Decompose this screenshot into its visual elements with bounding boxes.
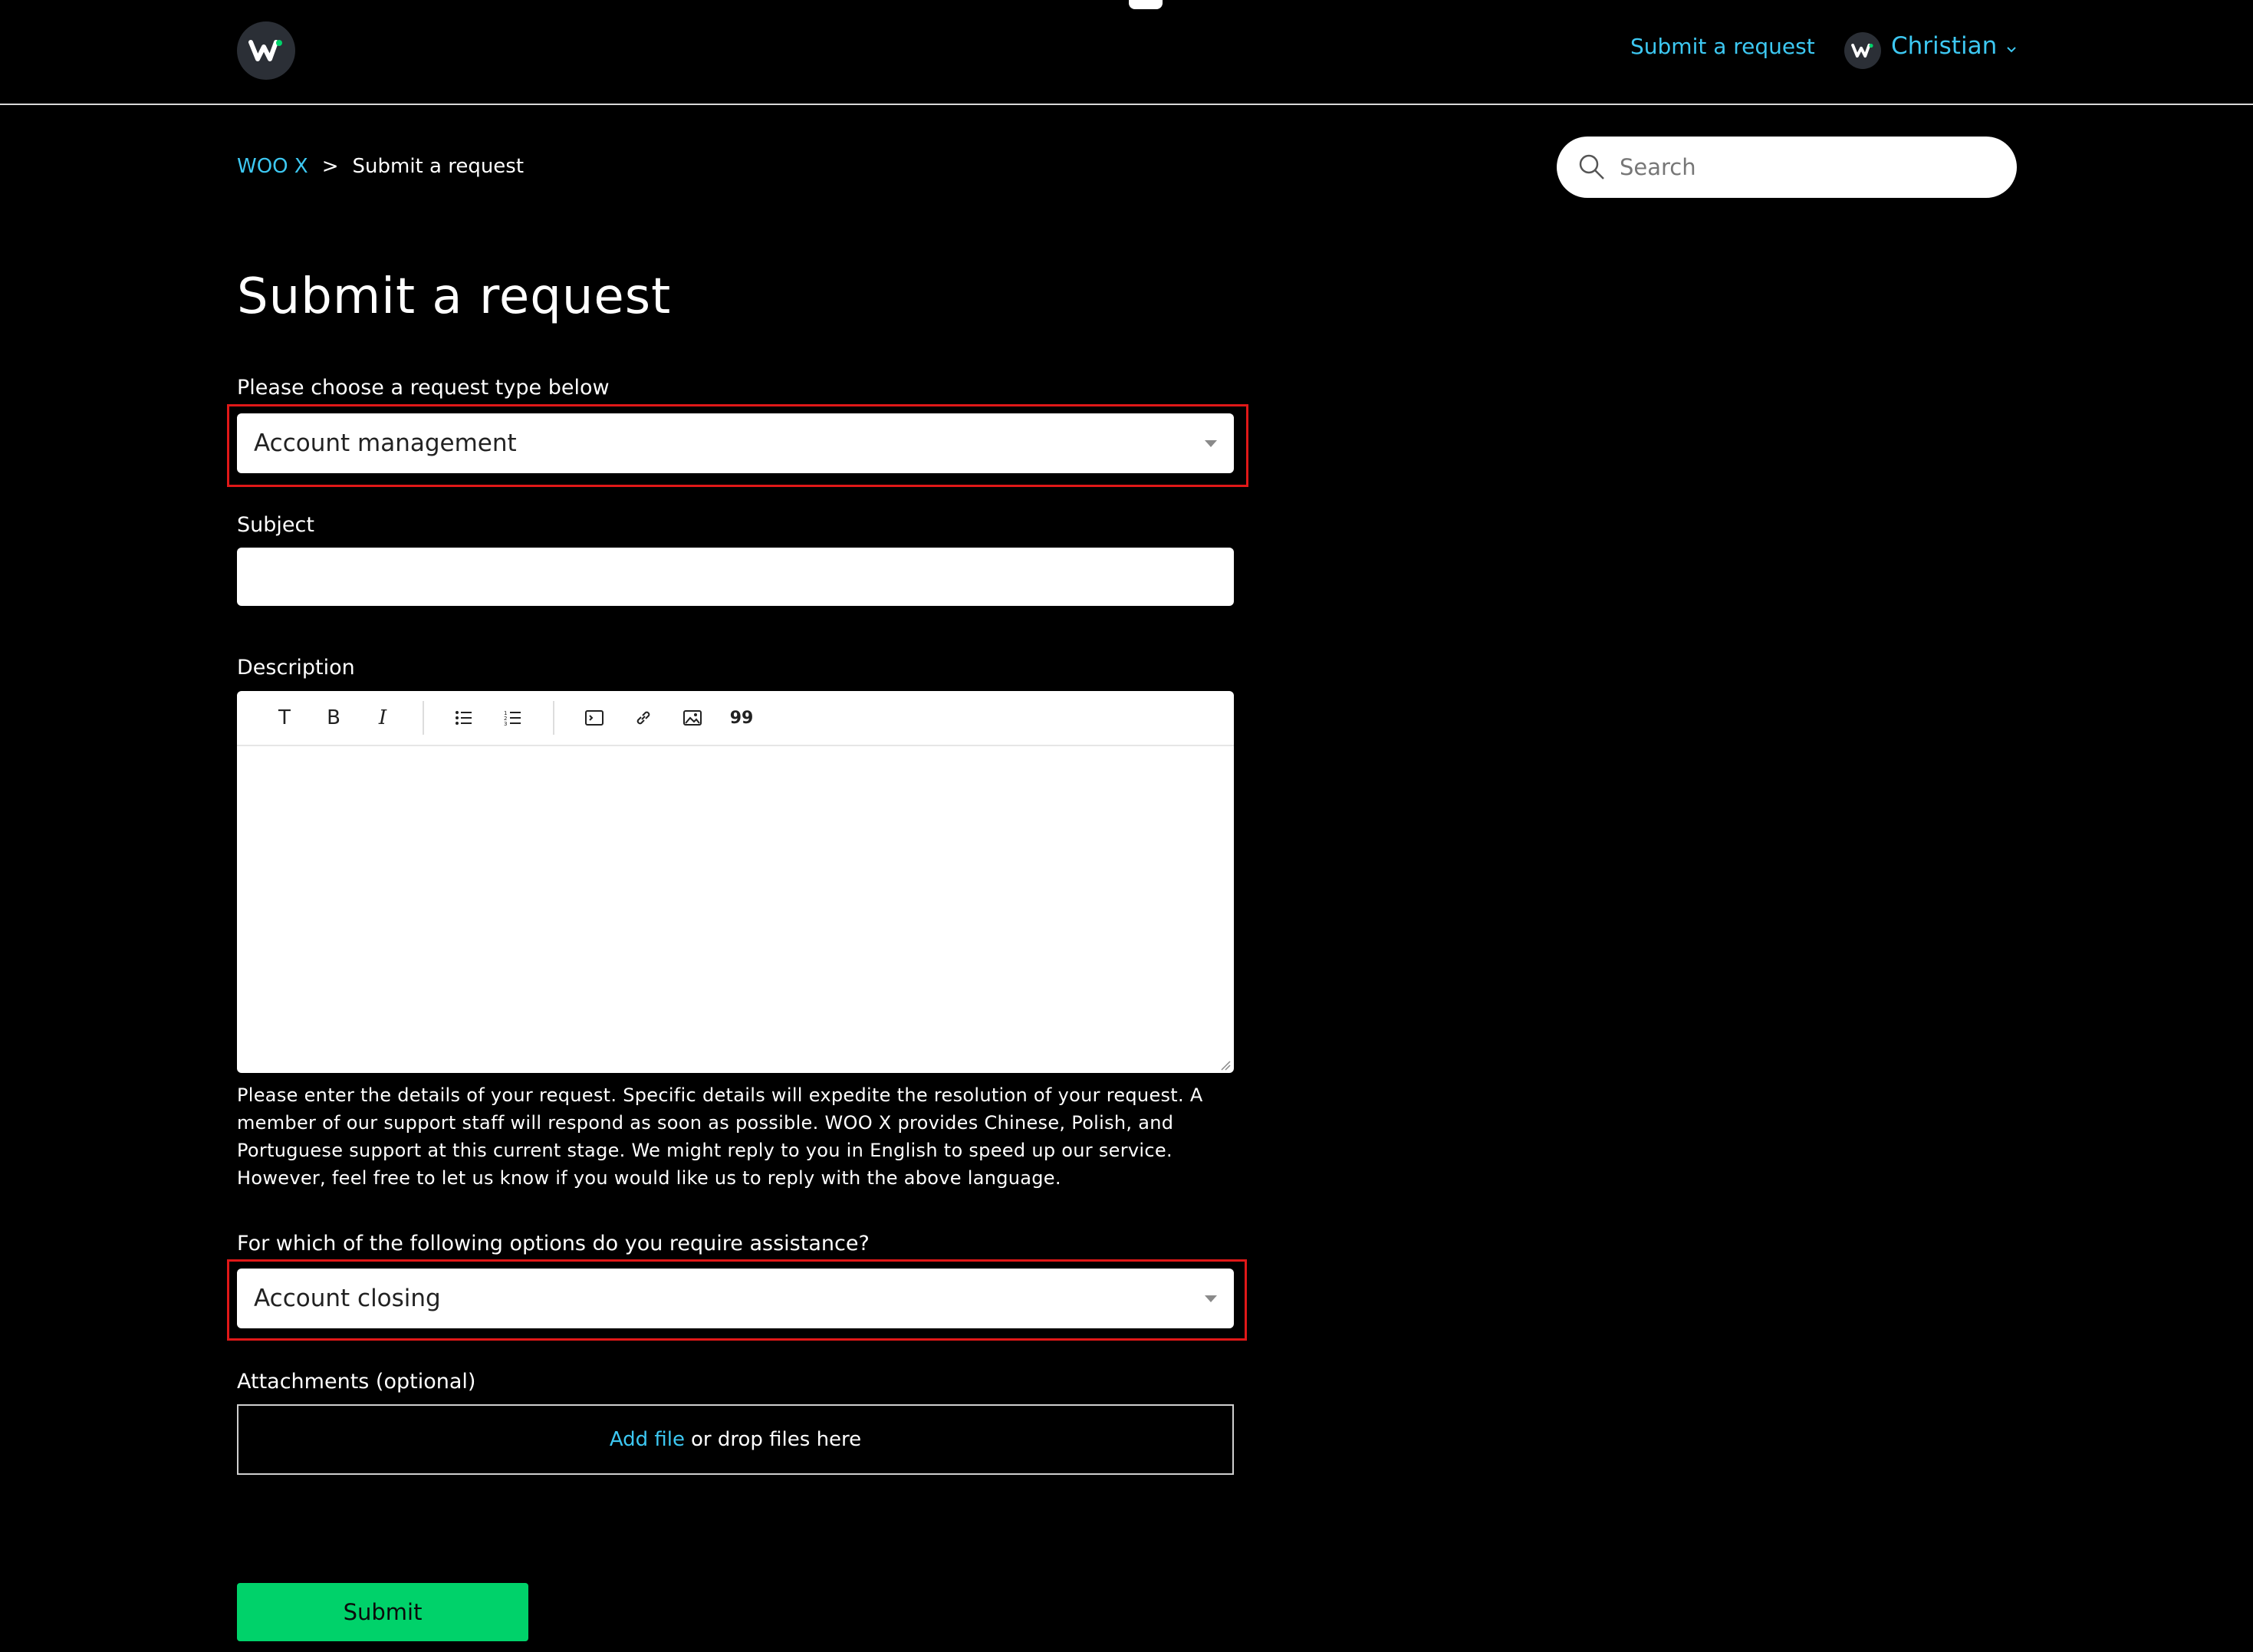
- toolbar-divider: [423, 701, 424, 735]
- request-type-label: Please choose a request type below: [237, 376, 610, 400]
- assistance-select[interactable]: Account closing: [237, 1269, 1234, 1328]
- attachments-dropzone[interactable]: Add file or drop files here: [237, 1404, 1234, 1475]
- search-input[interactable]: [1618, 153, 1989, 181]
- dropdown-caret-icon: [1205, 439, 1217, 447]
- top-notch: [1129, 0, 1163, 9]
- chevron-down-icon[interactable]: [2006, 32, 2017, 60]
- numbered-list-icon[interactable]: 123: [488, 691, 538, 745]
- search-box[interactable]: [1557, 137, 2017, 198]
- search-icon: [1578, 153, 1606, 181]
- image-icon[interactable]: [668, 691, 717, 745]
- dropdown-caret-icon: [1205, 1295, 1217, 1302]
- drop-files-text: or drop files here: [691, 1428, 862, 1451]
- text-style-icon[interactable]: T: [260, 691, 309, 745]
- submit-button[interactable]: Submit: [237, 1583, 528, 1641]
- assistance-label: For which of the following options do yo…: [237, 1232, 870, 1255]
- bulleted-list-icon[interactable]: [439, 691, 488, 745]
- breadcrumb-separator: >: [321, 155, 339, 178]
- submit-request-link[interactable]: Submit a request: [1630, 34, 1815, 59]
- toolbar-divider: [553, 701, 554, 735]
- user-avatar-icon[interactable]: [1844, 32, 1881, 69]
- italic-icon[interactable]: I: [358, 691, 407, 745]
- link-icon[interactable]: [619, 691, 668, 745]
- code-block-icon[interactable]: [570, 691, 619, 745]
- woo-x-logo-icon[interactable]: [237, 21, 295, 80]
- assistance-value: Account closing: [254, 1285, 441, 1312]
- editor-toolbar: T B I 123 99: [237, 691, 1234, 746]
- add-file-link[interactable]: Add file: [610, 1428, 685, 1451]
- breadcrumb-home-link[interactable]: WOO X: [237, 155, 308, 178]
- page-title: Submit a request: [237, 268, 672, 325]
- header-divider: [0, 104, 2253, 105]
- breadcrumb-current: Submit a request: [352, 155, 525, 178]
- description-label: Description: [237, 656, 355, 680]
- description-editor[interactable]: T B I 123 99: [237, 691, 1234, 1073]
- subject-label: Subject: [237, 513, 314, 537]
- quote-icon[interactable]: 99: [717, 691, 766, 745]
- resize-handle-icon[interactable]: [1220, 1059, 1231, 1071]
- user-name[interactable]: Christian: [1891, 32, 1997, 60]
- bold-icon[interactable]: B: [309, 691, 358, 745]
- request-type-select[interactable]: Account management: [237, 413, 1234, 473]
- attachments-label: Attachments (optional): [237, 1370, 476, 1394]
- subject-input[interactable]: [237, 548, 1234, 606]
- user-menu[interactable]: Christian: [1891, 32, 2017, 60]
- breadcrumb: WOO X > Submit a request: [237, 155, 524, 178]
- svg-text:3: 3: [504, 721, 507, 726]
- description-help-text: Please enter the details of your request…: [237, 1084, 1203, 1189]
- request-type-value: Account management: [254, 429, 517, 457]
